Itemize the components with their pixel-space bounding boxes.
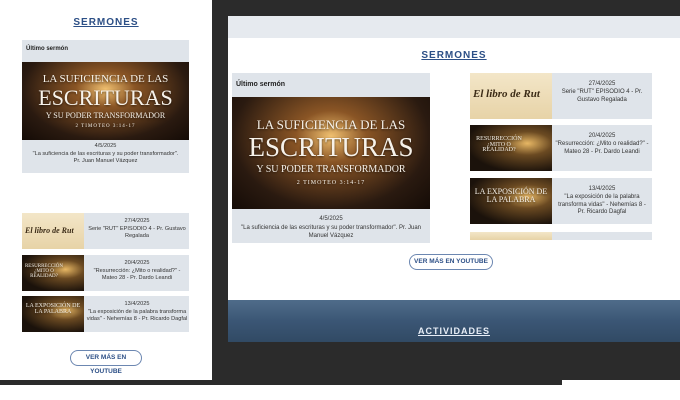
right-thumb-text: LA EXPOSICIÓN DE LA PALABRA [474,187,548,204]
right-thumb-text: RESURRECCIÓN ¿MITO O REALIDAD? [476,136,522,154]
right-thumb-text: El libro de Rut [473,88,540,100]
activities-banner: ACTIVIDADES [228,300,680,342]
right-sermon-thumbnail: LA EXPOSICIÓN DE LA PALABRA [470,178,552,224]
left-sermon-date: 13/4/2025 [124,301,150,307]
activities-title: ACTIVIDADES [417,326,490,336]
left-sermon-date: 27/4/2025 [124,218,150,224]
left-sermon-item[interactable]: El libro de Rut 27/4/2025 Serie "RUT" EP… [22,213,189,249]
left-thumb-text: LA EXPOSICIÓN DE LA PALABRA [25,303,81,315]
right-sermon-thumbnail [470,232,552,240]
right-hero-line2: ESCRITURAS [248,132,414,162]
right-sermon-thumbnail: RESURRECCIÓN ¿MITO O REALIDAD? [470,125,552,171]
left-hero-line1: LA SUFICIENCIA DE LAS [42,73,169,85]
right-hero-line1: LA SUFICIENCIA DE LAS [256,117,406,132]
right-sermon-date: 20/4/2025 [588,133,616,139]
right-hero-ref: 2 TIMOTEO 3:14-17 [296,180,366,186]
right-youtube-button[interactable]: VER MÁS EN YOUTUBE [409,254,493,270]
left-youtube-button[interactable]: VER MÁS EN YOUTUBE [70,350,142,375]
left-hero-line3: Y SU PODER TRANSFORMADOR [45,111,166,120]
right-latest-card[interactable]: Último sermón LA SUFICIENCIA DE LAS ESCR… [232,73,430,243]
left-sermon-desc: Serie "RUT" EPISODIO 4 - Pr. Gustavo Reg… [88,226,186,239]
left-sermon-thumbnail: El libro de Rut [22,213,84,249]
right-sermon-date: 13/4/2025 [588,186,616,192]
right-hero-line3: Y SU PODER TRANSFORMADOR [256,164,406,175]
left-hero-caption: "La suficiencia de las escrituras y su p… [32,151,179,164]
right-sermon-desc: Serie "RUT" EPISODIO 4 - Pr. Gustavo Reg… [561,89,643,103]
left-latest-card[interactable]: Último sermón LA SUFICIENCIA DE LAS ESCR… [22,40,189,173]
right-desktop-view: SERMONES Último sermón LA SUFICIENCIA DE… [212,0,680,380]
right-sermon-item-partial[interactable] [470,232,652,240]
right-sermon-item[interactable]: RESURRECCIÓN ¿MITO O REALIDAD? 20/4/2025… [470,125,652,171]
right-sermon-thumbnail: El libro de Rut [470,73,552,119]
left-thumb-text: RESURRECCIÓN ¿MITO O REALIDAD? [24,264,64,279]
right-sermon-item[interactable]: El libro de Rut 27/4/2025 Serie "RUT" EP… [470,73,652,119]
right-hero-caption: "La suficiencia de las escrituras y su p… [240,225,421,239]
left-hero-date: 4/5/2025 [94,143,117,149]
right-sermon-date: 27/4/2025 [588,81,616,87]
left-thumb-text: El libro de Rut [25,226,74,235]
left-sermon-thumbnail: RESURRECCIÓN ¿MITO O REALIDAD? [22,255,84,291]
left-hero-thumbnail: LA SUFICIENCIA DE LAS ESCRITURAS Y SU PO… [22,62,189,140]
left-hero-ref: 2 TIMOTEO 3:14-17 [75,124,136,129]
right-hero-thumbnail: LA SUFICIENCIA DE LAS ESCRITURAS Y SU PO… [232,97,430,209]
left-sermon-date: 20/4/2025 [124,260,150,266]
right-sermones-title: SERMONES [421,50,487,61]
left-sermon-desc: "Resurrección: ¿Mito o realidad?" - Mate… [93,268,181,281]
right-hero-date: 4/5/2025 [319,216,343,222]
right-sermon-item[interactable]: LA EXPOSICIÓN DE LA PALABRA 13/4/2025 "L… [470,178,652,224]
left-latest-label: Último sermón [26,46,69,52]
left-sermon-item[interactable]: RESURRECCIÓN ¿MITO O REALIDAD? 20/4/2025… [22,255,189,291]
right-latest-label: Último sermón [236,81,286,88]
left-bottom-strip [0,380,562,385]
left-sermon-desc: "La exposición de la palabra transforma … [86,309,188,322]
right-sermon-desc: "La exposición de la palabra transforma … [558,194,646,215]
left-mobile-view: SERMONES Último sermón LA SUFICIENCIA DE… [0,0,213,380]
right-top-bar [228,16,680,38]
left-sermon-item[interactable]: LA EXPOSICIÓN DE LA PALABRA 13/4/2025 "L… [22,296,189,332]
right-sermon-desc: "Resurrección: ¿Mito o realidad?" - Mate… [555,141,649,155]
left-sermon-thumbnail: LA EXPOSICIÓN DE LA PALABRA [22,296,84,332]
left-sermones-title: SERMONES [73,17,139,28]
left-hero-line2: ESCRITURAS [38,85,173,110]
